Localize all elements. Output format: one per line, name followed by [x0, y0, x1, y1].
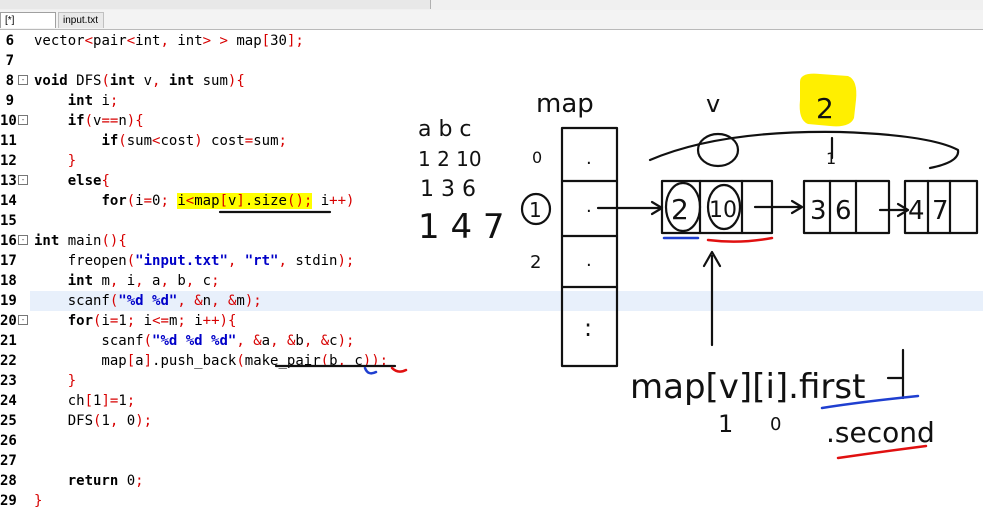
abc-row-1: 1 2 10: [418, 147, 482, 171]
expression-first: map[v][i].first: [630, 367, 865, 407]
node-1-first: 2: [671, 193, 689, 226]
node-1-second: 10: [709, 198, 737, 223]
index-0-label: 0: [532, 148, 542, 167]
handwritten-annotations: map a b c 1 2 10 1 3 6 1 4 7 0 1 2 . . .…: [218, 73, 979, 460]
abc-row-3: 1 4 7: [418, 207, 505, 247]
node-2-second: 6: [835, 196, 852, 226]
abc-row-2: 1 3 6: [420, 177, 476, 202]
v-label: v: [706, 90, 720, 118]
map-cell-2-dot: .: [586, 250, 592, 271]
index-1-label: 1: [529, 198, 542, 222]
index-2-label: 2: [530, 252, 541, 273]
under-i-value: 0: [770, 414, 781, 435]
node-3-first: 4: [908, 196, 925, 226]
map-label: map: [536, 89, 594, 119]
node-3-second: 7: [932, 196, 949, 226]
map-cell-1-dot: .: [586, 196, 592, 217]
abc-header: a b c: [418, 117, 472, 142]
node-2-first: 3: [810, 196, 827, 226]
map-cell-0-dot: .: [586, 148, 592, 169]
map-cell-more-dots: :: [584, 314, 592, 342]
count-label: 1: [826, 149, 836, 168]
size-label: 2: [816, 92, 834, 125]
under-v-value: 1: [718, 410, 733, 438]
expression-second: .second: [826, 416, 935, 449]
